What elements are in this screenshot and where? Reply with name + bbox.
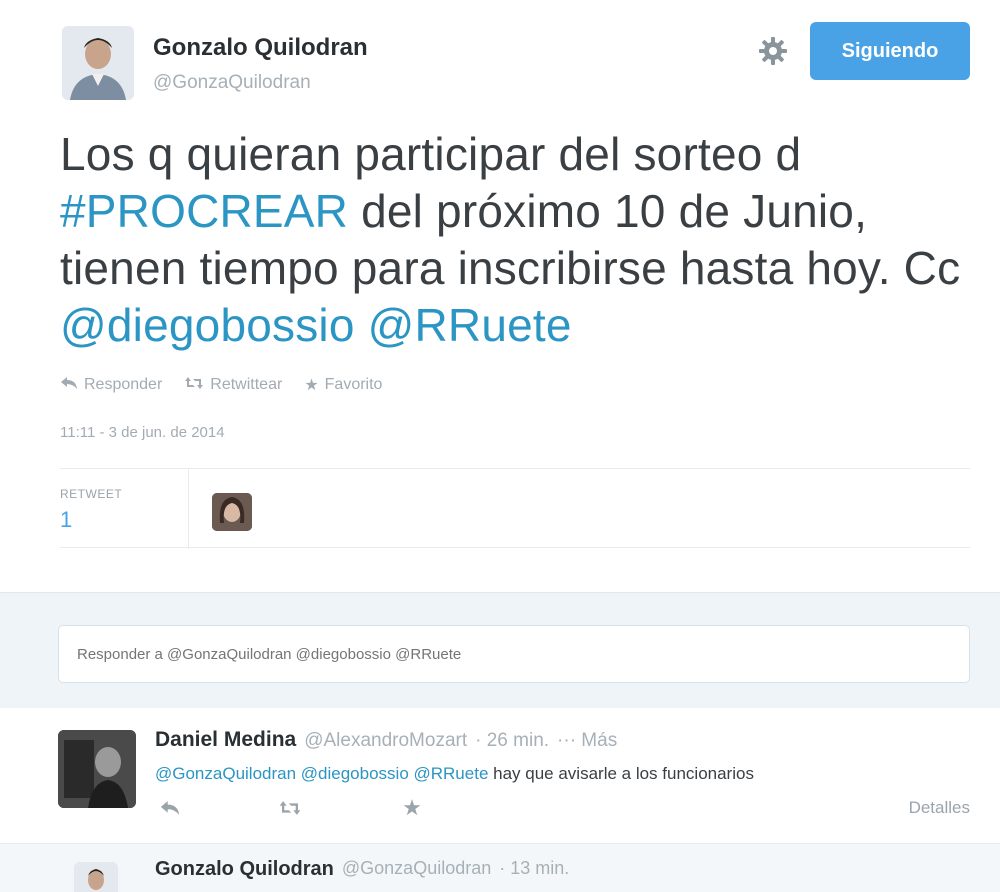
reply-author-avatar[interactable] <box>58 730 136 808</box>
retweet-icon <box>184 376 204 395</box>
next-reply-tweet[interactable]: Gonzalo Quilodran @GonzaQuilodran · 13 m… <box>0 844 1000 892</box>
next-author-handle[interactable]: @GonzaQuilodran <box>342 858 491 881</box>
reply-header: Daniel Medina @AlexandroMozart · 26 min.… <box>155 728 617 752</box>
reply-text: @GonzaQuilodran @diegobossio @RRuete hay… <box>155 764 754 784</box>
retweet-label: Retwittear <box>210 376 283 393</box>
tweet-text-part: Los q quieran participar del sorteo d <box>60 128 802 180</box>
star-icon[interactable]: ★ <box>398 794 426 822</box>
tweet-text: Los q quieran participar del sorteo d #P… <box>60 126 990 354</box>
reply-mentions[interactable]: @GonzaQuilodran @diegobossio @RRuete <box>155 764 488 783</box>
retweeter-avatar[interactable] <box>212 493 252 531</box>
hashtag-link[interactable]: #PROCREAR <box>60 185 348 237</box>
author-handle[interactable]: @GonzaQuilodran <box>153 72 311 94</box>
next-reply-header: Gonzalo Quilodran @GonzaQuilodran · 13 m… <box>155 858 569 881</box>
following-button[interactable]: Siguiendo <box>810 22 970 80</box>
next-reply-time[interactable]: · 13 min. <box>499 858 569 881</box>
tweet-stats: RETWEET 1 <box>60 468 970 549</box>
reply-action[interactable]: Responder <box>60 376 162 395</box>
author-avatar[interactable] <box>62 26 134 100</box>
reply-text-body: hay que avisarle a los funcionarios <box>488 764 754 783</box>
next-author-avatar[interactable] <box>74 862 118 892</box>
stats-divider <box>188 469 189 549</box>
reply-actions: ★ Detalles <box>150 794 970 824</box>
reply-icon[interactable] <box>156 794 184 822</box>
mention-link[interactable]: @diegobossio <box>60 299 355 351</box>
expanded-tweet: Gonzalo Quilodran @GonzaQuilodran Siguie… <box>0 0 1000 592</box>
gear-icon[interactable] <box>756 34 790 68</box>
reply-author-handle[interactable]: @AlexandroMozart <box>304 730 467 752</box>
reply-time[interactable]: · 26 min. <box>475 730 549 752</box>
tweet-timestamp[interactable]: 11:11 - 3 de jun. de 2014 <box>60 424 225 441</box>
favorite-action[interactable]: ★ Favorito <box>304 375 382 395</box>
tweet-actions: Responder Retwittear ★ Favorito <box>60 372 382 398</box>
more-menu[interactable]: ··· Más <box>557 730 617 752</box>
reply-tweet[interactable]: Daniel Medina @AlexandroMozart · 26 min.… <box>0 708 1000 844</box>
retweet-icon[interactable] <box>276 794 304 822</box>
tweet-text-space <box>355 299 368 351</box>
favorite-label: Favorito <box>324 376 383 393</box>
author-name[interactable]: Gonzalo Quilodran <box>153 34 368 62</box>
details-link[interactable]: Detalles <box>909 798 970 818</box>
reply-author-name[interactable]: Daniel Medina <box>155 728 296 752</box>
retweet-stat-label: RETWEET <box>60 487 123 501</box>
reply-icon <box>60 376 78 395</box>
next-author-name[interactable]: Gonzalo Quilodran <box>155 858 334 881</box>
retweet-stat-count[interactable]: 1 <box>60 507 72 533</box>
reply-input[interactable] <box>59 626 969 682</box>
mention-link[interactable]: @RRuete <box>368 299 572 351</box>
reply-box <box>58 625 970 683</box>
star-icon: ★ <box>304 377 319 394</box>
reply-label: Responder <box>84 376 163 393</box>
reply-composer-area <box>0 592 1000 708</box>
retweet-action[interactable]: Retwittear <box>184 376 282 395</box>
